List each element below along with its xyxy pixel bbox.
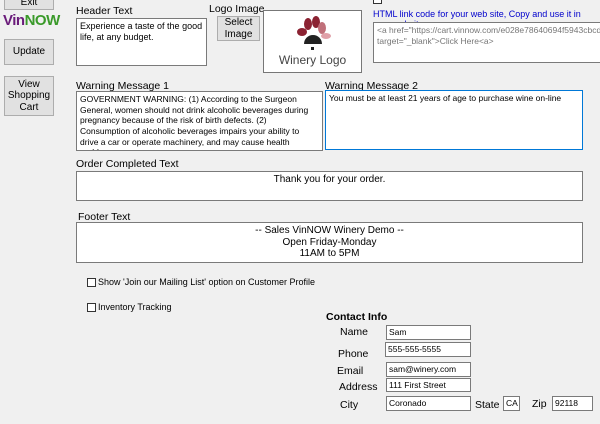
header-text-input[interactable]: Experience a taste of the good life, at … xyxy=(76,18,207,66)
logo-image-preview: Winery Logo xyxy=(263,10,362,73)
update-button[interactable]: Update xyxy=(4,39,54,65)
state-label: State xyxy=(475,399,500,411)
inventory-tracking-checkbox[interactable] xyxy=(87,303,96,312)
select-image-label: Select Image xyxy=(224,17,253,40)
exit-label: Exit xyxy=(20,0,38,8)
contact-info-title: Contact Info xyxy=(326,311,388,323)
email-label: Email xyxy=(337,365,364,377)
mailing-list-checkbox[interactable] xyxy=(87,278,96,287)
order-completed-input[interactable]: Thank you for your order. xyxy=(76,171,583,201)
winery-logo-icon xyxy=(297,16,331,50)
warning-message-1-input[interactable]: GOVERNMENT WARNING: (1) According to the… xyxy=(76,91,323,151)
html-link-code-input[interactable]: <a href="https://cart.vinnow.com/e028e78… xyxy=(373,22,600,63)
header-text-label: Header Text xyxy=(76,5,133,17)
warning-message-2-input[interactable]: You must be at least 21 years of age to … xyxy=(325,90,583,150)
city-input[interactable]: Coronado xyxy=(386,396,471,411)
update-label: Update xyxy=(12,46,46,58)
exit-button[interactable]: Exit xyxy=(4,0,54,10)
zip-label: Zip xyxy=(532,398,547,410)
select-image-button[interactable]: Select Image xyxy=(217,16,260,41)
phone-label: Phone xyxy=(338,348,369,360)
name-input[interactable]: Sam xyxy=(386,325,471,340)
zip-input[interactable]: 92118 xyxy=(552,396,593,411)
address-input[interactable]: 111 First Street xyxy=(386,378,471,392)
logo-vin: Vin xyxy=(3,12,25,29)
footer-text-input[interactable]: -- Sales VinNOW Winery Demo -- Open Frid… xyxy=(76,222,583,263)
inventory-tracking-label: Inventory Tracking xyxy=(98,302,172,312)
mailing-list-label: Show 'Join our Mailing List' option on C… xyxy=(98,277,316,287)
name-label: Name xyxy=(340,326,369,338)
view-cart-label: View Shopping Cart xyxy=(7,78,51,113)
top-checkbox[interactable] xyxy=(373,0,382,4)
address-label: Address xyxy=(339,381,378,393)
state-input[interactable]: CA xyxy=(503,396,520,411)
logo-now: NOW xyxy=(24,12,61,29)
logo-image-label: Logo Image xyxy=(209,3,265,15)
vinnow-logo: VinNOW xyxy=(3,12,60,29)
phone-input[interactable]: 555-555-5555 xyxy=(385,342,471,357)
email-input[interactable]: sam@winery.com xyxy=(386,362,471,377)
view-shopping-cart-button[interactable]: View Shopping Cart xyxy=(4,76,54,116)
order-completed-label: Order Completed Text xyxy=(76,158,179,170)
city-label: City xyxy=(340,399,359,411)
logo-text: Winery Logo xyxy=(278,53,347,67)
